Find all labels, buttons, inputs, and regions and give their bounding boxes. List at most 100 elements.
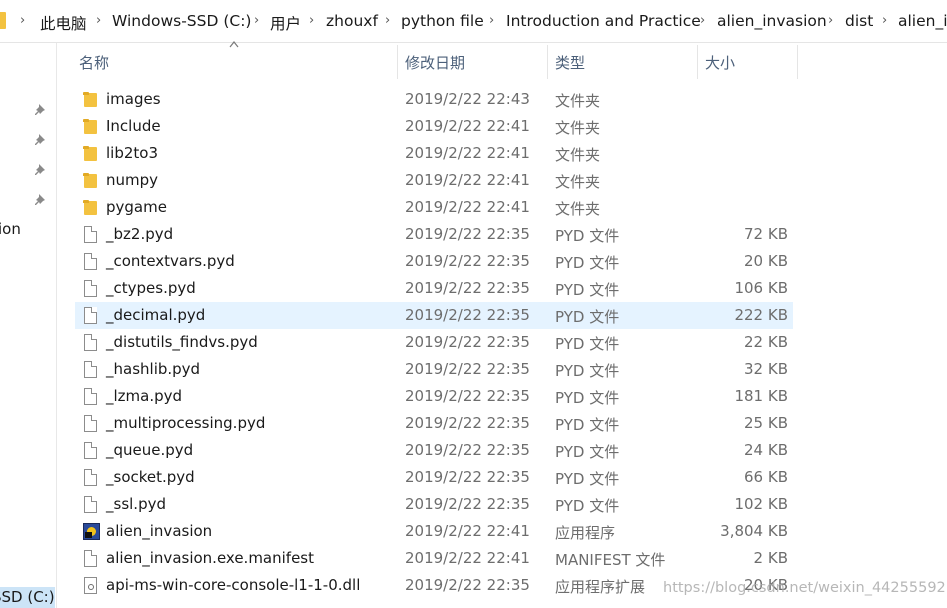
file-name: alien_invasion.exe.manifest [106, 549, 315, 567]
column-header-date[interactable]: 修改日期 [405, 52, 465, 73]
file-type: PYD 文件 [555, 416, 620, 434]
file-name: images [106, 90, 161, 108]
file-name: alien_invasion [106, 522, 213, 540]
breadcrumb-item[interactable]: python file [401, 12, 484, 30]
file-icon [83, 225, 99, 244]
file-row[interactable]: _socket.pyd 2019/2/22 22:35 PYD 文件 66 KB [75, 464, 947, 491]
file-date-modified: 2019/2/22 22:35 [405, 225, 530, 243]
file-type: PYD 文件 [555, 254, 620, 272]
file-type: MANIFEST 文件 [555, 551, 666, 569]
folder-icon [83, 144, 99, 163]
column-divider[interactable] [397, 45, 398, 79]
file-row[interactable]: _ssl.pyd 2019/2/22 22:35 PYD 文件 102 KB [75, 491, 947, 518]
folder-icon [83, 171, 99, 190]
address-bar[interactable]: › 此电脑 › Windows-SSD (C:) › 用户 › zhouxf ›… [0, 0, 947, 43]
file-type: PYD 文件 [555, 470, 620, 488]
column-header-size[interactable]: 大小 [705, 52, 735, 73]
file-icon [83, 333, 99, 352]
file-row[interactable]: _queue.pyd 2019/2/22 22:35 PYD 文件 24 KB [75, 437, 947, 464]
breadcrumb-item[interactable]: alien_in [898, 12, 947, 30]
pin-icon[interactable] [34, 133, 48, 147]
column-header-row: 名称 修改日期 类型 大小 [57, 41, 947, 79]
file-type: 文件夹 [555, 173, 601, 191]
column-divider[interactable] [547, 45, 548, 79]
file-icon [83, 279, 99, 298]
breadcrumb-item[interactable]: 此电脑 [40, 12, 87, 34]
file-row[interactable]: numpy 2019/2/22 22:41 文件夹 [75, 167, 947, 194]
file-name: numpy [106, 171, 159, 189]
file-row[interactable]: lib2to3 2019/2/22 22:41 文件夹 [75, 140, 947, 167]
file-date-modified: 2019/2/22 22:41 [405, 198, 530, 216]
breadcrumb-item[interactable]: Windows-SSD (C:) [112, 12, 251, 30]
file-size: 106 KB [734, 279, 788, 297]
file-name: _ssl.pyd [106, 495, 166, 513]
file-type: 应用程序 [555, 524, 616, 542]
file-row[interactable]: _bz2.pyd 2019/2/22 22:35 PYD 文件 72 KB [75, 221, 947, 248]
file-date-modified: 2019/2/22 22:35 [405, 576, 530, 594]
breadcrumb-item[interactable]: dist [845, 12, 873, 30]
dll-icon [83, 576, 99, 595]
column-header-name[interactable]: 名称 [79, 52, 109, 73]
file-icon [83, 360, 99, 379]
file-date-modified: 2019/2/22 22:41 [405, 144, 530, 162]
chevron-right-icon: › [309, 13, 315, 28]
file-type: 文件夹 [555, 119, 601, 137]
file-date-modified: 2019/2/22 22:35 [405, 468, 530, 486]
file-row[interactable]: _contextvars.pyd 2019/2/22 22:35 PYD 文件 20 … [75, 248, 947, 275]
file-type: 应用程序扩展 [555, 578, 646, 596]
pin-icon[interactable] [34, 193, 48, 207]
file-type: PYD 文件 [555, 227, 620, 245]
file-icon [83, 306, 99, 325]
file-type: PYD 文件 [555, 389, 620, 407]
file-row[interactable]: _distutils_findvs.pyd 2019/2/22 22:35 PYD … [75, 329, 947, 356]
file-row[interactable]: _multiprocessing.pyd 2019/2/22 22:35 PYD 文… [75, 410, 947, 437]
column-divider[interactable] [797, 45, 798, 79]
file-name: _decimal.pyd [106, 306, 206, 324]
pin-icon[interactable] [34, 103, 48, 117]
column-header-type[interactable]: 类型 [555, 52, 585, 73]
file-icon [83, 468, 99, 487]
file-size: 22 KB [744, 333, 788, 351]
chevron-right-icon: › [96, 13, 102, 28]
file-date-modified: 2019/2/22 22:41 [405, 117, 530, 135]
nav-item-drive[interactable]: SSD (C:) [0, 587, 55, 608]
file-name: _queue.pyd [106, 441, 194, 459]
pin-icon[interactable] [34, 163, 48, 177]
watermark: https://blog.csdn.net/weixin_44255592 [663, 580, 946, 596]
file-row[interactable]: images 2019/2/22 22:43 文件夹 [75, 86, 947, 113]
file-row[interactable]: _ctypes.pyd 2019/2/22 22:35 PYD 文件 106 KB [75, 275, 947, 302]
file-row[interactable]: _hashlib.pyd 2019/2/22 22:35 PYD 文件 32 KB [75, 356, 947, 383]
file-name: _distutils_findvs.pyd [106, 333, 258, 351]
nav-item-label: SSD (C:) [0, 588, 55, 606]
breadcrumb-item[interactable]: Introduction and Practice [506, 12, 701, 30]
file-size: 20 KB [744, 252, 788, 270]
chevron-right-icon: › [700, 13, 706, 28]
file-date-modified: 2019/2/22 22:41 [405, 522, 530, 540]
file-icon [83, 441, 99, 460]
folder-icon [83, 198, 99, 217]
file-row[interactable]: _lzma.pyd 2019/2/22 22:35 PYD 文件 181 KB [75, 383, 947, 410]
file-name: _multiprocessing.pyd [106, 414, 266, 432]
file-type: PYD 文件 [555, 335, 620, 353]
folder-icon [83, 117, 99, 136]
file-row[interactable]: pygame 2019/2/22 22:41 文件夹 [75, 194, 947, 221]
navigation-pane[interactable]: ion SSD (C:) [0, 43, 57, 608]
breadcrumb-item[interactable]: alien_invasion [717, 12, 827, 30]
folder-icon [83, 90, 99, 109]
nav-item-label[interactable]: ion [0, 220, 21, 238]
file-date-modified: 2019/2/22 22:41 [405, 549, 530, 567]
file-size: 181 KB [734, 387, 788, 405]
file-name: _socket.pyd [106, 468, 195, 486]
column-divider[interactable] [697, 45, 698, 79]
file-row[interactable]: Include 2019/2/22 22:41 文件夹 [75, 113, 947, 140]
file-icon [83, 414, 99, 433]
chevron-right-icon: › [489, 13, 495, 28]
file-icon [83, 252, 99, 271]
breadcrumb-item[interactable]: zhouxf [326, 12, 378, 30]
file-size: 102 KB [734, 495, 788, 513]
file-row[interactable]: alien_invasion 2019/2/22 22:41 应用程序 3,804 K… [75, 518, 947, 545]
file-row[interactable]: _decimal.pyd 2019/2/22 22:35 PYD 文件 222 KB [75, 302, 793, 329]
file-type: PYD 文件 [555, 497, 620, 515]
breadcrumb-item[interactable]: 用户 [270, 12, 301, 34]
file-row[interactable]: alien_invasion.exe.manifest 2019/2/22 22:… [75, 545, 947, 572]
